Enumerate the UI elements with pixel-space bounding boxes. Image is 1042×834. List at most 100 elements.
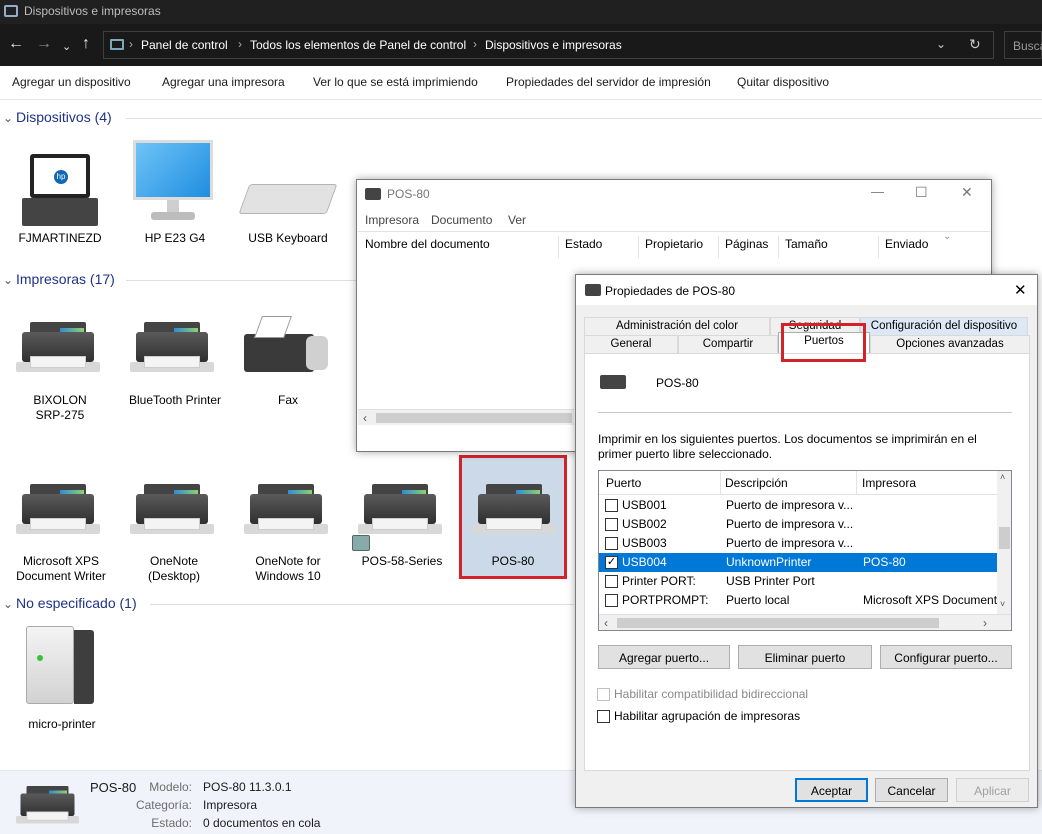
port-checkbox[interactable] <box>605 518 618 531</box>
group-header-unspecified[interactable]: No especificado (1) <box>16 595 137 611</box>
printer-icon[interactable] <box>358 480 442 536</box>
scrollbar-thumb[interactable] <box>376 413 572 423</box>
port-row-usb001[interactable]: USB001 Puerto de impresora v... <box>599 496 997 515</box>
back-arrow-icon[interactable]: ← <box>8 36 24 52</box>
add-device-button[interactable]: Agregar un dispositivo <box>12 75 131 89</box>
minimize-icon[interactable]: — <box>871 184 884 199</box>
chevron-right-icon[interactable]: › <box>473 37 477 51</box>
forward-arrow-icon[interactable]: → <box>36 36 52 52</box>
menu-documento[interactable]: Documento <box>431 213 492 227</box>
device-label-fjmartinezd[interactable]: FJMARTINEZD <box>10 231 110 246</box>
tower-computer-icon[interactable] <box>26 626 94 710</box>
column-document-name[interactable]: Nombre del documento <box>359 236 559 258</box>
print-server-properties-button[interactable]: Propiedades del servidor de impresión <box>506 75 711 89</box>
vertical-scrollbar[interactable]: ˄ ˅ <box>997 471 1011 614</box>
port-checkbox[interactable] <box>605 499 618 512</box>
apply-button[interactable]: Aplicar <box>956 778 1029 802</box>
port-checkbox[interactable] <box>605 575 618 588</box>
cancel-button[interactable]: Cancelar <box>875 778 948 802</box>
keyboard-icon[interactable] <box>238 184 338 214</box>
port-row-printer-port[interactable]: Printer PORT: USB Printer Port <box>599 572 997 591</box>
printer-label-onenote-windows10[interactable]: OneNote for Windows 10 <box>238 554 338 584</box>
horizontal-scrollbar[interactable]: ‹ › <box>599 614 1011 630</box>
printer-icon[interactable] <box>130 480 214 536</box>
ok-button[interactable]: Aceptar <box>795 778 868 802</box>
address-dropdown-icon[interactable]: ⌄ <box>936 37 946 51</box>
port-checkbox[interactable] <box>605 594 618 607</box>
scroll-right-icon[interactable]: › <box>983 616 987 630</box>
device-label-micro-printer[interactable]: micro-printer <box>10 717 114 732</box>
printer-pooling-checkbox[interactable] <box>597 710 610 723</box>
breadcrumb-dispositivos-e-impresoras[interactable]: Dispositivos e impresoras <box>485 38 622 52</box>
horizontal-scrollbar[interactable]: ‹ <box>358 409 574 425</box>
scroll-down-icon[interactable]: ˅ <box>1000 599 1005 609</box>
chevron-right-icon[interactable]: › <box>238 37 242 51</box>
printer-icon[interactable] <box>16 480 100 536</box>
collapse-chevron-icon[interactable]: ⌄ <box>3 597 13 611</box>
see-whats-printing-button[interactable]: Ver lo que se está imprimiendo <box>313 75 478 89</box>
printer-label-onenote-desktop[interactable]: OneNote (Desktop) <box>124 554 224 584</box>
tab-device-settings[interactable]: Configuración del dispositivo <box>860 317 1028 335</box>
column-pages[interactable]: Páginas <box>719 236 779 258</box>
refresh-icon[interactable]: ↻ <box>969 36 981 53</box>
address-bar[interactable]: › Panel de control › Todos los elementos… <box>103 31 994 59</box>
device-label-hp-e23-g4[interactable]: HP E23 G4 <box>125 231 225 246</box>
port-row-usb002[interactable]: USB002 Puerto de impresora v... <box>599 515 997 534</box>
tab-advanced[interactable]: Opciones avanzadas <box>870 335 1030 353</box>
device-label-usb-keyboard[interactable]: USB Keyboard <box>238 231 338 246</box>
column-owner[interactable]: Propietario <box>639 236 719 258</box>
column-printer[interactable]: Impresora <box>862 476 916 490</box>
printer-label-bixolon[interactable]: BIXOLON SRP-275 <box>10 393 110 423</box>
scrollbar-thumb[interactable] <box>999 527 1010 549</box>
printer-icon[interactable] <box>16 318 100 374</box>
maximize-icon[interactable]: ☐ <box>915 184 928 201</box>
recent-locations-chevron-icon[interactable]: ⌄ <box>62 39 71 55</box>
column-size[interactable]: Tamaño <box>779 236 879 258</box>
port-row-usb004[interactable]: ✓ USB004 UnknownPrinter POS-80 <box>599 553 997 572</box>
collapse-chevron-icon[interactable]: ⌄ <box>3 273 13 287</box>
column-description[interactable]: Descripción <box>725 476 788 490</box>
collapse-chevron-icon[interactable]: ⌄ <box>3 111 13 125</box>
delete-port-button[interactable]: Eliminar puerto <box>738 645 872 669</box>
printer-icon[interactable] <box>244 480 328 536</box>
column-status[interactable]: Estado <box>559 236 639 258</box>
scroll-up-icon[interactable]: ˄ <box>1000 472 1005 482</box>
close-icon[interactable]: ✕ <box>1014 281 1027 299</box>
port-row-usb003[interactable]: USB003 Puerto de impresora v... <box>599 534 997 553</box>
group-header-printers[interactable]: Impresoras (17) <box>16 271 115 287</box>
configure-port-button[interactable]: Configurar puerto... <box>880 645 1012 669</box>
breadcrumb-panel-de-control[interactable]: Panel de control <box>141 38 228 52</box>
up-arrow-icon[interactable]: ↑ <box>82 36 90 52</box>
search-input[interactable]: Busca <box>1004 31 1042 59</box>
menu-impresora[interactable]: Impresora <box>365 213 419 227</box>
add-port-button[interactable]: Agregar puerto... <box>598 645 730 669</box>
tab-color-management[interactable]: Administración del color <box>584 317 770 335</box>
scrollbar-thumb[interactable] <box>617 618 939 628</box>
tab-general[interactable]: General <box>584 335 678 353</box>
printer-label-bluetooth[interactable]: BlueTooth Printer <box>122 393 228 408</box>
bidirectional-checkbox[interactable] <box>597 688 610 701</box>
printer-label-microsoft-xps[interactable]: Microsoft XPS Document Writer <box>6 554 116 584</box>
port-checkbox-checked[interactable]: ✓ <box>605 556 618 569</box>
fax-icon[interactable] <box>244 316 328 372</box>
remove-device-button[interactable]: Quitar dispositivo <box>737 75 829 89</box>
tab-sharing[interactable]: Compartir <box>678 335 778 353</box>
scroll-left-icon[interactable]: ‹ <box>363 411 367 425</box>
scroll-left-icon[interactable]: ‹ <box>604 616 608 630</box>
port-row-portprompt[interactable]: PORTPROMPT: Puerto local Microsoft XPS D… <box>599 591 997 610</box>
printer-label-fax[interactable]: Fax <box>238 393 338 408</box>
printer-label-pos58[interactable]: POS-58-Series <box>352 554 452 569</box>
breadcrumb-todos-los-elementos[interactable]: Todos los elementos de Panel de control <box>250 38 466 52</box>
column-port[interactable]: Puerto <box>606 476 641 490</box>
ports-list[interactable]: Puerto Descripción Impresora USB001 Puer… <box>598 470 1012 631</box>
column-sent[interactable]: Enviado <box>879 236 989 258</box>
close-icon[interactable]: ✕ <box>961 184 973 201</box>
laptop-icon[interactable]: hp <box>22 154 98 228</box>
group-header-devices[interactable]: Dispositivos (4) <box>16 109 112 125</box>
monitor-icon[interactable] <box>133 140 213 224</box>
add-printer-button[interactable]: Agregar una impresora <box>162 75 285 89</box>
printer-icon[interactable] <box>130 318 214 374</box>
port-checkbox[interactable] <box>605 537 618 550</box>
chevron-right-icon[interactable]: › <box>129 37 133 51</box>
menu-ver[interactable]: Ver <box>508 213 526 227</box>
